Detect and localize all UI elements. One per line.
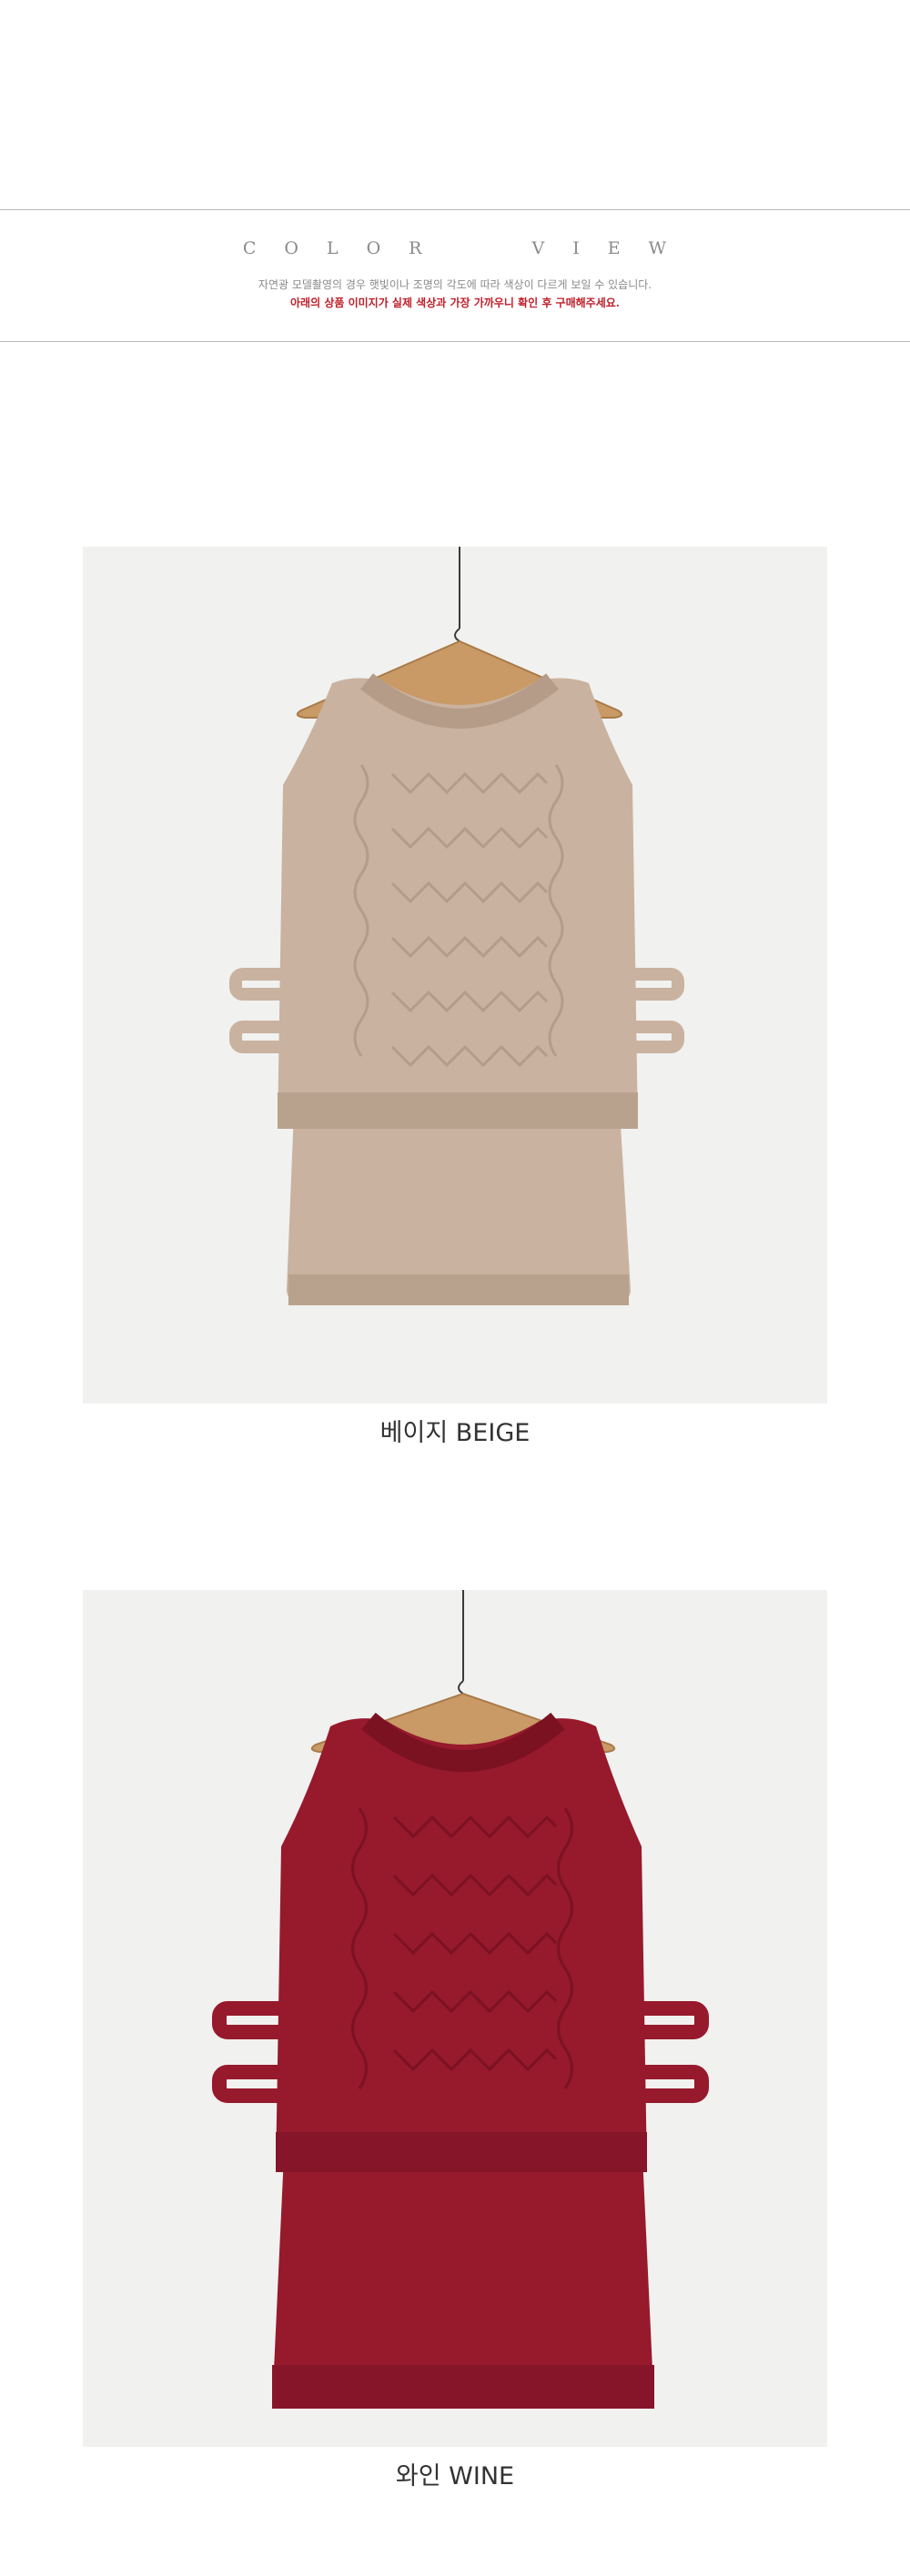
color-notice: 자연광 모델촬영의 경우 햇빛이나 조명의 각도에 따라 색상이 다르게 보일 … [258, 278, 652, 291]
top-divider [0, 209, 910, 210]
product-caption-wine: 와인 WINE [395, 2462, 515, 2490]
product-photo-wine [83, 1590, 827, 2447]
bottom-divider [0, 341, 910, 342]
color-view-title: COLORVIEW [242, 238, 668, 258]
product-photo-beige [83, 547, 827, 1404]
product-caption-beige: 베이지 BEIGE [379, 1419, 531, 1447]
color-warning: 아래의 상품 이미지가 실제 색상과 가장 가까우니 확인 후 구매해주세요. [290, 297, 620, 309]
